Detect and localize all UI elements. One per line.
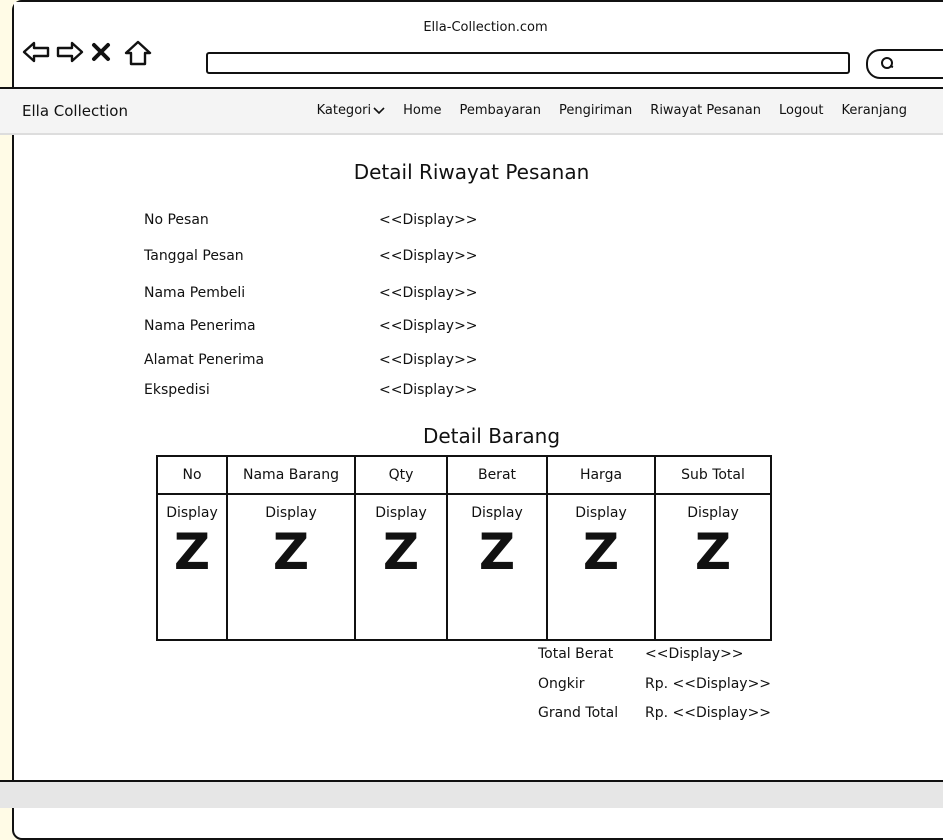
- close-icon[interactable]: [90, 40, 114, 64]
- info-row-nama-penerima: Nama Penerima <<Display>>: [144, 318, 478, 334]
- info-row-alamat-penerima: Alamat Penerima <<Display>>: [144, 352, 478, 368]
- brand-logo[interactable]: Ella Collection: [22, 102, 128, 120]
- table-cell: Display Z: [226, 493, 356, 641]
- field-label: Ekspedisi: [144, 382, 210, 398]
- page-title: Detail Riwayat Pesanan: [353, 160, 590, 184]
- column-header: Berat: [446, 455, 548, 495]
- main-menu: Kategori Home Pembayaran Pengiriman Riwa…: [317, 103, 907, 118]
- field-label: Nama Penerima: [144, 318, 256, 334]
- menu-pengiriman[interactable]: Pengiriman: [559, 103, 632, 118]
- field-value: <<Display>>: [379, 248, 478, 264]
- total-label: Ongkir: [538, 676, 585, 692]
- field-value: <<Display>>: [379, 212, 478, 228]
- menu-kategori[interactable]: Kategori: [317, 103, 386, 118]
- table-cell: Display Z: [446, 493, 548, 641]
- table-header-row: No Nama Barang Qty Berat Harga Sub Total: [156, 455, 772, 495]
- column-header: Sub Total: [654, 455, 772, 495]
- info-row-no-pesan: No Pesan <<Display>>: [144, 212, 478, 228]
- items-table: No Nama Barang Qty Berat Harga Sub Total…: [156, 455, 772, 641]
- table-cell: Display Z: [654, 493, 772, 641]
- field-label: Nama Pembeli: [144, 285, 246, 301]
- total-value: Rp. <<Display>>: [645, 705, 772, 721]
- table-cell: Display Z: [546, 493, 656, 641]
- column-header: Harga: [546, 455, 656, 495]
- field-label: Tanggal Pesan: [144, 248, 244, 264]
- grand-total-row: Grand Total Rp. <<Display>>: [538, 705, 771, 721]
- field-value: <<Display>>: [379, 318, 478, 334]
- titlebar: Ella-Collection.com: [14, 2, 943, 87]
- info-row-ekspedisi: Ekspedisi <<Display>>: [144, 382, 478, 398]
- search-icon: [881, 57, 894, 69]
- table-cell: Display Z: [354, 493, 448, 641]
- field-value: <<Display>>: [379, 352, 478, 368]
- menu-home[interactable]: Home: [403, 103, 441, 118]
- info-row-nama-pembeli: Nama Pembeli <<Display>>: [144, 285, 478, 301]
- nav-buttons: [22, 40, 152, 66]
- table-row: Display Z Display Z Display Z Display Z Disp…: [156, 493, 772, 641]
- status-bar: [0, 780, 943, 808]
- total-label: Grand Total: [538, 705, 619, 721]
- total-label: Total Berat: [538, 646, 614, 662]
- menu-riwayat-pesanan[interactable]: Riwayat Pesanan: [650, 103, 761, 118]
- column-header: No: [156, 455, 228, 495]
- url-input[interactable]: [206, 52, 850, 74]
- menu-logout[interactable]: Logout: [779, 103, 824, 118]
- field-value: <<Display>>: [379, 382, 478, 398]
- table-cell: Display Z: [156, 493, 228, 641]
- search-button[interactable]: [866, 49, 943, 79]
- total-value: <<Display>>: [645, 646, 744, 662]
- column-header: Qty: [354, 455, 448, 495]
- field-value: <<Display>>: [379, 285, 478, 301]
- home-icon[interactable]: [124, 40, 152, 66]
- total-value: Rp. <<Display>>: [645, 676, 772, 692]
- total-berat-row: Total Berat <<Display>>: [538, 646, 744, 662]
- window-title: Ella-Collection.com: [423, 20, 548, 35]
- section-title-detail-barang: Detail Barang: [422, 424, 561, 448]
- menu-keranjang[interactable]: Keranjang: [842, 103, 908, 118]
- chevron-down-icon: [373, 103, 385, 118]
- ongkir-row: Ongkir Rp. <<Display>>: [538, 676, 771, 692]
- info-row-tanggal-pesan: Tanggal Pesan <<Display>>: [144, 248, 478, 264]
- column-header: Nama Barang: [226, 455, 356, 495]
- field-label: No Pesan: [144, 212, 209, 228]
- forward-icon[interactable]: [56, 40, 84, 64]
- menubar: Ella Collection Kategori Home Pembayaran…: [0, 87, 943, 135]
- menu-pembayaran[interactable]: Pembayaran: [460, 103, 541, 118]
- back-icon[interactable]: [22, 40, 50, 64]
- field-label: Alamat Penerima: [144, 352, 265, 368]
